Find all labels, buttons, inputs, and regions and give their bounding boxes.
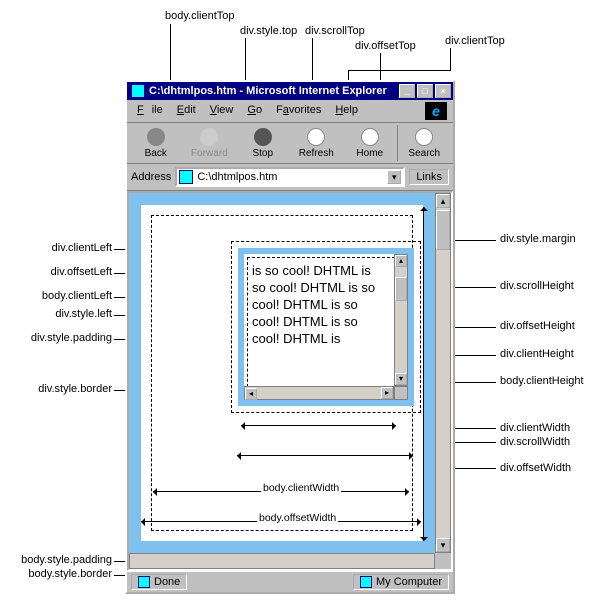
refresh-button[interactable]: Refresh (290, 125, 344, 161)
home-button[interactable]: Home (343, 125, 397, 161)
arrow-body-clientHeight (423, 207, 424, 541)
menu-favorites[interactable]: Favorites (272, 102, 325, 120)
label-div-style-margin: div.style.margin (500, 233, 576, 246)
page-body: is so cool! DHTML is so cool! DHTML is s… (129, 193, 435, 553)
arrow-div-client-scroll-width (241, 425, 396, 426)
window-buttons: _ □ × (399, 84, 451, 98)
minimize-button[interactable]: _ (399, 84, 415, 98)
viewport: is so cool! DHTML is so cool! DHTML is s… (127, 191, 453, 571)
label-div-clientTop: div.clientTop (445, 35, 505, 48)
div-border-box: is so cool! DHTML is so cool! DHTML is s… (238, 248, 414, 406)
forward-arrow-icon (200, 128, 218, 146)
menu-go[interactable]: Go (243, 102, 266, 120)
label-div-clientWidth: div.clientWidth (500, 422, 570, 435)
address-input[interactable]: C:\dhtmlpos.htm ▾ (175, 167, 405, 187)
div-margin-box: is so cool! DHTML is so cool! DHTML is s… (231, 241, 421, 413)
label-div-offsetHeight: div.offsetHeight (500, 320, 575, 333)
label-div-offsetWidth: div.offsetWidth (500, 462, 571, 475)
div-vertical-scrollbar[interactable]: ▴ ▾ (394, 254, 408, 386)
status-done-panel: Done (131, 574, 187, 590)
scroll-down-icon[interactable]: ▾ (436, 538, 450, 552)
stop-label: Stop (252, 148, 273, 159)
label-div-scrollTop: div.scrollTop (305, 25, 365, 38)
label-div-clientLeft: div.clientLeft (32, 242, 112, 255)
menu-edit[interactable]: Edit (173, 102, 200, 120)
scroll-up-icon[interactable]: ▴ (395, 255, 407, 267)
label-div-style-left: div.style.left (44, 308, 112, 321)
label-body-clientHeight: body.clientHeight (500, 375, 584, 388)
label-body-clientTop: body.clientTop (165, 10, 235, 23)
label-div-style-padding: div.style.padding (6, 332, 112, 345)
search-button[interactable]: Search (397, 125, 452, 161)
label-body-clientLeft: body.clientLeft (18, 290, 112, 303)
label-div-offsetTop: div.offsetTop (355, 40, 416, 53)
scroll-down-icon[interactable]: ▾ (395, 373, 407, 385)
scroll-right-icon[interactable]: ▸ (381, 387, 393, 399)
label-div-style-top: div.style.top (240, 25, 297, 38)
label-div-clientHeight: div.clientHeight (500, 348, 574, 361)
document-icon (131, 84, 145, 98)
computer-icon (360, 576, 372, 588)
back-button[interactable]: Back (129, 125, 183, 161)
toolbar: Back Forward Stop Refresh Home Search (127, 123, 453, 164)
statusbar: Done My Computer (127, 571, 453, 592)
ie-logo-icon: e (425, 102, 447, 120)
label-div-scrollHeight: div.scrollHeight (500, 280, 574, 293)
back-arrow-icon (147, 128, 165, 146)
browser-window: C:\dhtmlpos.htm - Microsoft Internet Exp… (125, 80, 455, 594)
label-div-scrollWidth: div.scrollWidth (500, 436, 570, 449)
scroll-left-icon[interactable]: ◂ (245, 388, 257, 400)
leader (348, 70, 451, 71)
address-value: C:\dhtmlpos.htm (197, 171, 383, 183)
label-div-style-border: div.style.border (18, 383, 112, 396)
scroll-up-icon[interactable]: ▴ (436, 194, 450, 208)
close-button[interactable]: × (435, 84, 451, 98)
forward-label: Forward (191, 148, 228, 159)
arrow-div-offsetWidth (237, 455, 413, 456)
forward-button[interactable]: Forward (183, 125, 237, 161)
search-icon (415, 128, 433, 146)
refresh-label: Refresh (299, 148, 334, 159)
home-icon (361, 128, 379, 146)
label-body-style-padding: body.style.padding (0, 554, 112, 567)
document-icon (179, 170, 193, 184)
refresh-icon (307, 128, 325, 146)
address-bar: Address C:\dhtmlpos.htm ▾ Links (127, 164, 453, 191)
viewport-scroll-corner (435, 553, 451, 569)
label-body-offsetWidth-inline: body.offsetWidth (257, 512, 338, 524)
viewport-horizontal-scrollbar[interactable] (129, 553, 435, 569)
scroll-thumb[interactable] (395, 277, 407, 301)
titlebar: C:\dhtmlpos.htm - Microsoft Internet Exp… (127, 82, 453, 100)
address-dropdown[interactable]: ▾ (387, 170, 401, 184)
leader (450, 48, 451, 70)
home-label: Home (356, 148, 383, 159)
viewport-vertical-scrollbar[interactable]: ▴ ▾ (435, 193, 451, 553)
stop-button[interactable]: Stop (236, 125, 290, 161)
div-scroll-corner (394, 386, 408, 400)
status-zone: My Computer (376, 576, 442, 588)
address-label: Address (131, 171, 171, 183)
window-title: C:\dhtmlpos.htm - Microsoft Internet Exp… (149, 85, 395, 97)
document-icon (138, 576, 150, 588)
label-div-offsetLeft: div.offsetLeft (32, 266, 112, 279)
menu-file[interactable]: File (133, 102, 167, 120)
scroll-thumb[interactable] (436, 210, 450, 250)
maximize-button[interactable]: □ (417, 84, 433, 98)
status-done: Done (154, 576, 180, 588)
search-label: Search (408, 148, 440, 159)
back-label: Back (145, 148, 167, 159)
menubar: File Edit View Go Favorites Help e (127, 100, 453, 123)
menu-view[interactable]: View (206, 102, 238, 120)
status-zone-panel: My Computer (353, 574, 449, 590)
links-panel[interactable]: Links (409, 169, 449, 185)
label-body-style-border: body.style.border (0, 568, 112, 581)
leader (170, 24, 171, 80)
div-content: is so cool! DHTML is so cool! DHTML is s… (252, 262, 386, 378)
div-horizontal-scrollbar[interactable]: ◂ ▸ (244, 386, 394, 400)
stop-icon (254, 128, 272, 146)
label-body-clientWidth-inline: body.clientWidth (261, 482, 341, 494)
menu-help[interactable]: Help (331, 102, 362, 120)
